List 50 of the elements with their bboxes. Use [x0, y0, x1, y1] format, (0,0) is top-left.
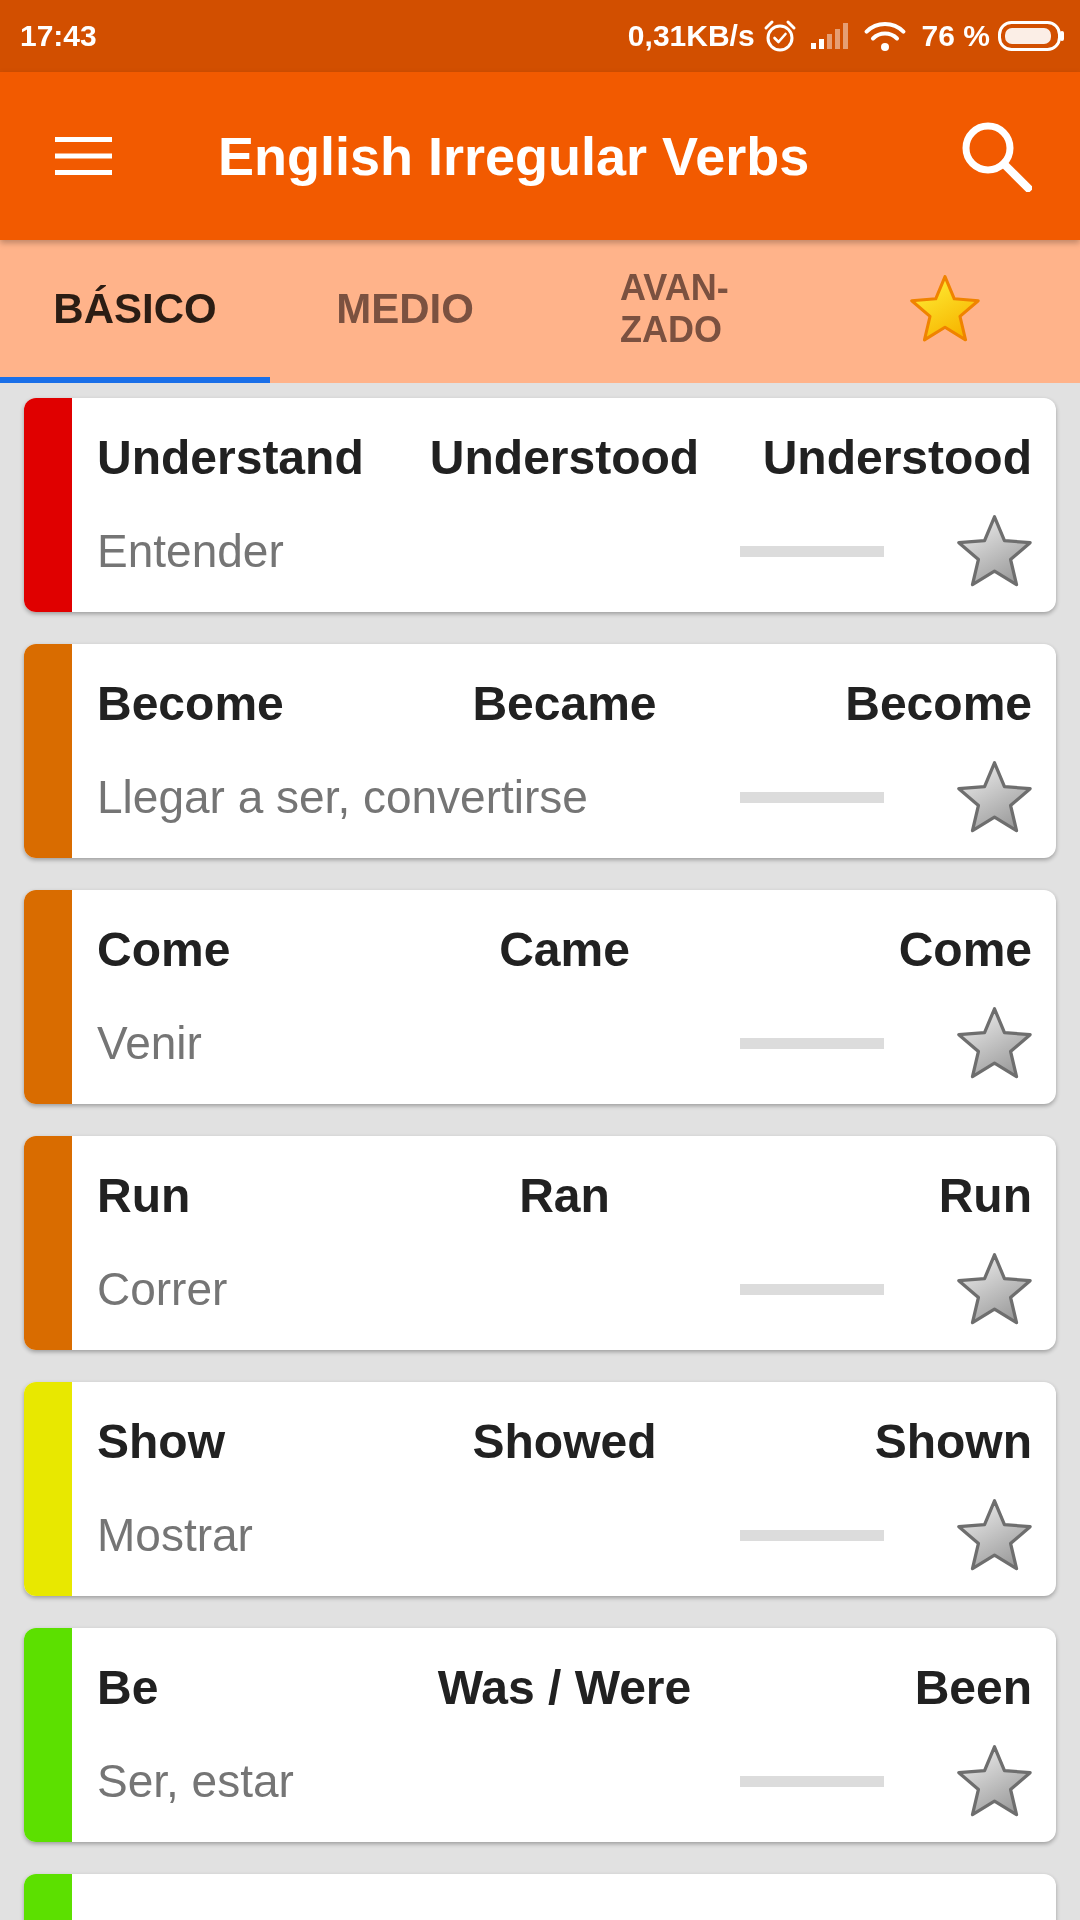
- battery-percent-text: 76 %: [921, 18, 990, 54]
- verb-form-text: Understood: [429, 430, 700, 486]
- translation-text: Correr: [97, 1262, 228, 1316]
- verb-form-text: Became: [472, 676, 657, 732]
- translation-text: Mostrar: [97, 1508, 253, 1562]
- verb-card[interactable]: Run Ran Run Correr: [24, 1136, 1056, 1350]
- star-icon[interactable]: [957, 1499, 1032, 1571]
- translation-text: Entender: [97, 524, 284, 578]
- verb-card[interactable]: Come Came Come Venir: [24, 890, 1056, 1104]
- verb-card[interactable]: Be Was / Were Been Ser, estar: [24, 1628, 1056, 1842]
- translation-text: Llegar a ser, convertirse: [97, 770, 588, 824]
- verb-form-text: Come: [97, 922, 231, 978]
- verb-form-text: Showed: [472, 1414, 657, 1470]
- tab[interactable]: MEDIO: [270, 240, 540, 383]
- star-icon[interactable]: [957, 1253, 1032, 1325]
- translation-text: Ser, estar: [97, 1754, 294, 1808]
- verb-form-text: Come: [898, 922, 1032, 978]
- menu-icon[interactable]: [55, 137, 112, 175]
- verb-form-text: Show: [97, 1414, 225, 1470]
- network-speed-text: 0,31KB/s: [627, 18, 755, 54]
- verb-card[interactable]: Show Showed Shown Mostrar: [24, 1382, 1056, 1596]
- star-icon[interactable]: [957, 761, 1032, 833]
- app-title: English Irregular Verbs: [218, 125, 810, 187]
- verb-form-text: Ran: [519, 1168, 610, 1224]
- wifi-icon: [863, 20, 906, 52]
- tab[interactable]: BÁSICO: [0, 240, 270, 383]
- verb-form-text: Run: [97, 1168, 191, 1224]
- alarm-clock-icon: [762, 19, 797, 53]
- signal-icon: [810, 23, 850, 49]
- status-time: 17:43: [20, 18, 97, 54]
- translation-text: Venir: [97, 1016, 202, 1070]
- star-icon: [910, 275, 980, 342]
- star-icon[interactable]: [957, 1745, 1032, 1817]
- verb-form-text: Become: [845, 676, 1032, 732]
- verb-form-text: Shown: [874, 1414, 1032, 1470]
- battery-icon: [998, 21, 1064, 51]
- verb-form-text: Understood: [762, 430, 1032, 486]
- verb-form-text: Been: [914, 1660, 1032, 1716]
- verb-form-text: Be: [97, 1660, 159, 1716]
- verb-form-text: Run: [938, 1168, 1032, 1224]
- tab[interactable]: AVAN-ZADO: [540, 240, 810, 383]
- star-icon[interactable]: [957, 1007, 1032, 1079]
- verb-card[interactable]: Become Became Become Llegar a ser, convertirse: [24, 644, 1056, 858]
- verb-form-text: Came: [499, 922, 630, 978]
- search-icon[interactable]: [960, 120, 1032, 192]
- verb-card[interactable]: Understand Understood Understood Entender: [24, 398, 1056, 612]
- verb-form-text: Become: [97, 676, 284, 732]
- verb-form-text: Understand: [97, 430, 364, 486]
- star-icon[interactable]: [957, 515, 1032, 587]
- verb-form-text: Was / Were: [437, 1660, 692, 1716]
